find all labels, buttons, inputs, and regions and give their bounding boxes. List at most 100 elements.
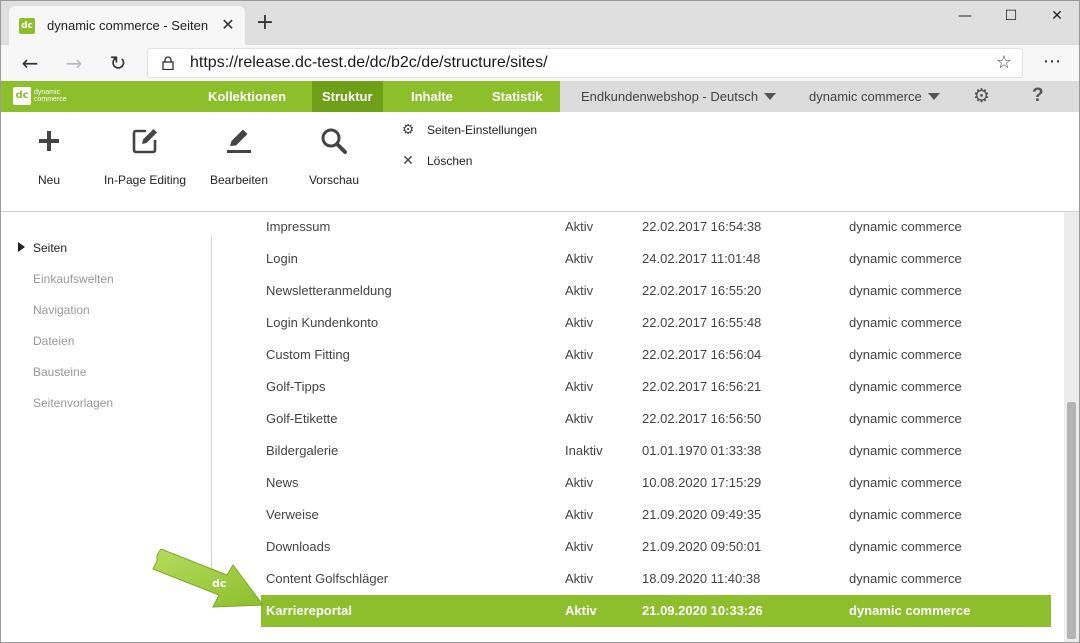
edit-button-label: Bearbeiten: [209, 173, 269, 187]
page-date: 10.08.2020 17:15:29: [642, 475, 762, 490]
address-bar: ← → ↻ https://release.dc-test.de/dc/b2c/…: [1, 45, 1079, 81]
menu-kollektionen[interactable]: Kollektionen: [198, 81, 296, 112]
page-date: 21.09.2020 09:50:01: [642, 539, 762, 554]
arrow-logo-text: dc: [212, 577, 226, 590]
table-row[interactable]: Golf-Etikette Aktiv 22.02.2017 16:56:50 …: [261, 403, 1051, 435]
title-bar: dc dynamic commerce - Seiten ✕ + — ☐ ✕: [1, 1, 1079, 45]
table-row-selected[interactable]: Karriereportal Aktiv 21.09.2020 10:33:26…: [261, 595, 1051, 627]
browser-window: dc dynamic commerce - Seiten ✕ + — ☐ ✕ ←…: [0, 0, 1080, 643]
page-name: Golf-Etikette: [266, 411, 338, 426]
pages-table: Impressum Aktiv 22.02.2017 16:54:38 dyna…: [212, 212, 1064, 642]
reload-icon[interactable]: ↻: [103, 49, 133, 77]
annotation-arrow-icon: dc: [152, 549, 264, 608]
sidebar-item-einkaufswelten[interactable]: Einkaufswelten: [33, 272, 114, 286]
sidebar-item-seitenvorlagen[interactable]: Seitenvorlagen: [33, 396, 113, 410]
app-nav-right: Endkundenwebshop - Deutsch dynamic comme…: [560, 81, 1079, 112]
toolbar: Neu In-Page Editing Bearbeiten Vorschau: [1, 112, 1079, 212]
page-status: Inaktiv: [565, 443, 603, 458]
sidebar-item-navigation[interactable]: Navigation: [33, 303, 90, 317]
more-options-icon[interactable]: ⋯: [1039, 49, 1065, 75]
tab-close-icon[interactable]: ✕: [219, 16, 237, 34]
table-row[interactable]: Content Golfschläger Aktiv 18.09.2020 11…: [261, 563, 1051, 595]
page-date: 22.02.2017 16:56:04: [642, 347, 762, 362]
favorite-star-icon[interactable]: ☆: [996, 52, 1012, 73]
sidebar-item-seiten[interactable]: Seiten: [33, 241, 67, 255]
url-text: https://release.dc-test.de/dc/b2c/de/str…: [190, 54, 548, 71]
shop-selector-label: Endkundenwebshop - Deutsch: [581, 89, 759, 104]
page-owner: dynamic commerce: [849, 219, 962, 234]
logo-mark-icon: dc: [13, 87, 31, 105]
table-row[interactable]: Downloads Aktiv 21.09.2020 09:50:01 dyna…: [261, 531, 1051, 563]
table-row[interactable]: Bildergalerie Inaktiv 01.01.1970 01:33:3…: [261, 435, 1051, 467]
url-input[interactable]: https://release.dc-test.de/dc/b2c/de/str…: [147, 48, 1023, 78]
in-page-editing-button[interactable]: In-Page Editing: [100, 126, 190, 187]
back-icon[interactable]: ←: [15, 49, 45, 77]
table-row[interactable]: Impressum Aktiv 22.02.2017 16:54:38 dyna…: [261, 212, 1051, 243]
page-date: 22.02.2017 16:55:48: [642, 315, 762, 330]
close-window-icon[interactable]: ✕: [1037, 5, 1077, 27]
page-name: Verweise: [266, 507, 319, 522]
page-owner: dynamic commerce: [849, 347, 962, 362]
table-row[interactable]: Login Aktiv 24.02.2017 11:01:48 dynamic …: [261, 243, 1051, 275]
page-settings-button[interactable]: ⚙ Seiten-Einstellungen: [401, 121, 537, 139]
table-row[interactable]: Golf-Tipps Aktiv 22.02.2017 16:56:21 dyn…: [261, 371, 1051, 403]
page-name: Login: [266, 251, 298, 266]
dynamic-commerce-logo[interactable]: dc dynamic commerce: [13, 87, 67, 105]
vertical-scrollbar[interactable]: [1064, 212, 1079, 642]
company-selector[interactable]: dynamic commerce: [809, 81, 940, 112]
company-selector-label: dynamic commerce: [809, 89, 922, 104]
page-status: Aktiv: [565, 411, 594, 426]
shop-selector[interactable]: Endkundenwebshop - Deutsch: [581, 81, 777, 112]
table-row[interactable]: Login Kundenkonto Aktiv 22.02.2017 16:55…: [261, 307, 1051, 339]
table-row[interactable]: Verweise Aktiv 21.09.2020 09:49:35 dynam…: [261, 499, 1051, 531]
sidebar-item-dateien[interactable]: Dateien: [33, 334, 74, 348]
in-page-editing-label: In-Page Editing: [103, 173, 187, 187]
page-status: Aktiv: [565, 603, 597, 618]
page-name: Impressum: [266, 219, 331, 234]
edit-button[interactable]: Bearbeiten: [205, 126, 273, 187]
page-date: 21.09.2020 09:49:35: [642, 507, 762, 522]
minimize-icon[interactable]: —: [945, 5, 985, 27]
page-status: Aktiv: [565, 475, 594, 490]
page-status: Aktiv: [565, 571, 594, 586]
sidebar-item-bausteine[interactable]: Bausteine: [33, 365, 86, 379]
page-owner: dynamic commerce: [849, 379, 962, 394]
page-date: 22.02.2017 16:56:50: [642, 411, 762, 426]
caret-down-icon: [764, 93, 777, 100]
table-row[interactable]: Newsletteranmeldung Aktiv 22.02.2017 16:…: [261, 275, 1051, 307]
page-owner: dynamic commerce: [849, 251, 962, 266]
new-button[interactable]: Neu: [29, 126, 69, 187]
forward-icon[interactable]: →: [59, 49, 89, 77]
edit-square-icon: [132, 129, 157, 154]
page-date: 18.09.2020 11:40:38: [642, 571, 761, 586]
page-name: Content Golfschläger: [266, 571, 389, 586]
table-row[interactable]: Custom Fitting Aktiv 22.02.2017 16:56:04…: [261, 339, 1051, 371]
gear-icon[interactable]: ⚙: [973, 86, 990, 106]
menu-statistik[interactable]: Statistik: [482, 81, 553, 112]
scrollbar-thumb[interactable]: [1067, 402, 1076, 639]
page-name: Karriereportal: [266, 603, 352, 618]
logo-line-2: commerce: [34, 96, 67, 103]
page-owner: dynamic commerce: [849, 315, 962, 330]
page-date: 01.01.1970 01:33:38: [642, 443, 762, 458]
delete-label: Löschen: [427, 154, 473, 168]
menu-inhalte[interactable]: Inhalte: [401, 81, 463, 112]
table-row[interactable]: News Aktiv 10.08.2020 17:15:29 dynamic c…: [261, 467, 1051, 499]
page-date: 22.02.2017 16:56:21: [642, 379, 762, 394]
magnifier-icon: [321, 128, 347, 154]
page-status: Aktiv: [565, 379, 594, 394]
expand-arrow-icon: [18, 242, 25, 252]
page-owner: dynamic commerce: [849, 411, 962, 426]
menu-struktur[interactable]: Struktur: [312, 81, 383, 112]
preview-button[interactable]: Vorschau: [304, 126, 364, 187]
delete-button[interactable]: ✕ Löschen: [401, 152, 472, 170]
page-name: Newsletteranmeldung: [266, 283, 392, 298]
page-owner: dynamic commerce: [849, 571, 962, 586]
new-tab-icon[interactable]: +: [254, 12, 276, 34]
browser-tab[interactable]: dc dynamic commerce - Seiten ✕: [9, 6, 245, 45]
maximize-icon[interactable]: ☐: [991, 5, 1031, 27]
page-owner: dynamic commerce: [849, 603, 971, 618]
help-icon[interactable]: ?: [1032, 84, 1044, 108]
page-name: News: [266, 475, 299, 490]
page-owner: dynamic commerce: [849, 507, 962, 522]
